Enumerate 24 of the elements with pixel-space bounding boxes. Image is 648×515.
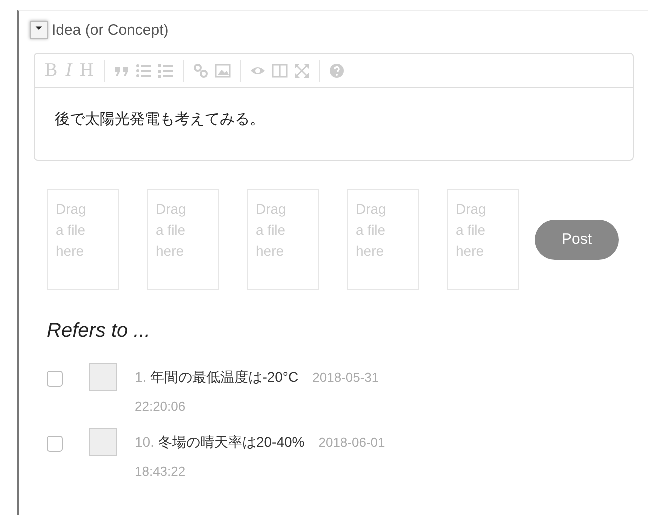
refers-heading: Refers to ...	[47, 320, 152, 343]
thumbnail-placeholder	[89, 428, 117, 456]
thumbnail-placeholder	[89, 363, 117, 391]
item-title[interactable]: 冬場の晴天率は20-40%	[158, 427, 305, 457]
columns-icon[interactable]	[272, 62, 288, 78]
checkbox[interactable]	[47, 371, 63, 387]
bullet-list-icon[interactable]	[136, 62, 152, 78]
date: 2018-06-01	[318, 434, 386, 452]
section-title: Idea (or Concept)	[52, 22, 169, 38]
link-icon[interactable]	[192, 62, 209, 78]
numbered-list-icon[interactable]	[158, 62, 174, 78]
time: 18:43:22	[135, 464, 186, 479]
help-icon[interactable]	[328, 62, 345, 78]
item-number: 10.	[135, 433, 154, 452]
item-title[interactable]: 年間の最低温度は-20°C	[150, 362, 299, 392]
date: 2018-05-31	[312, 369, 380, 387]
fullscreen-icon[interactable]	[294, 62, 310, 78]
checkbox[interactable]	[47, 436, 63, 452]
time: 22:20:06	[135, 399, 186, 414]
image-icon[interactable]	[214, 62, 231, 78]
editor-text[interactable]: 後で太陽光発電も考えてみる。	[35, 88, 633, 160]
collapse-toggle[interactable]	[30, 21, 48, 39]
item-number: 1.	[135, 368, 147, 387]
post-button[interactable]: Post	[535, 220, 619, 260]
